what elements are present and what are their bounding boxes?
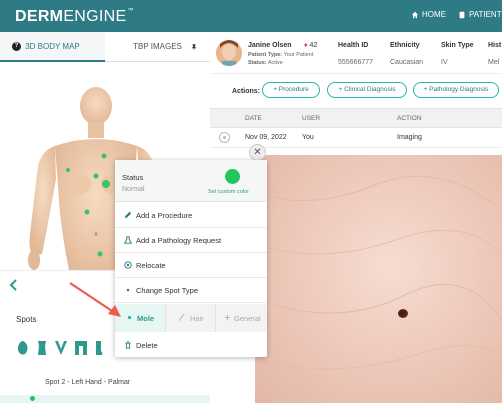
delete-menu-item[interactable]: Delete: [115, 333, 267, 358]
spot-marker[interactable]: [101, 153, 107, 159]
patients-icon: [459, 11, 465, 18]
spots-heading: Spots: [16, 315, 37, 324]
actions-bar: Actions: + Procedure + Clinical Diagnosi…: [210, 79, 502, 105]
torso-type-icon[interactable]: [36, 340, 48, 356]
add-pathology-diagnosis-button[interactable]: + Pathology Diagnosis: [413, 82, 499, 98]
dermengine-logo[interactable]: DERMENGINE™: [15, 8, 134, 26]
spot-marker[interactable]: [93, 173, 99, 179]
spot-type-options: Mole Hair General: [115, 304, 267, 332]
v-type-icon[interactable]: [54, 340, 68, 356]
nav-home[interactable]: HOME: [411, 10, 446, 19]
change-spot-type-menu-item[interactable]: Change Spot Type: [115, 278, 267, 303]
actions-label: Actions:: [232, 88, 260, 95]
mole-lesion: [398, 309, 408, 318]
foot-type-icon[interactable]: [94, 340, 104, 356]
spot-type-icons: [16, 340, 104, 356]
add-procedure-button[interactable]: + Procedure: [262, 82, 320, 98]
mole-type-icon[interactable]: [16, 340, 30, 356]
top-navbar: DERMENGINE™ HOME PATIENTS: [0, 0, 502, 32]
pencil-icon: [124, 211, 132, 219]
help-icon[interactable]: ?: [12, 42, 21, 51]
status-title: Status: [122, 173, 144, 182]
patient-photo: [216, 40, 242, 66]
row-select-radio[interactable]: [219, 132, 230, 143]
home-icon: [411, 11, 419, 18]
spot-caption: Spot 2 - Left Hand - Palmar: [45, 379, 131, 386]
health-id-value: 555666777: [338, 59, 374, 66]
patient-status: Status: Active: [248, 60, 283, 66]
row-user: You: [302, 134, 314, 141]
skin-type-value: IV: [441, 59, 448, 66]
add-pathology-request-menu-item[interactable]: Add a Pathology Request: [115, 228, 267, 253]
status-section: Status Normal Set custom color: [115, 160, 267, 202]
general-icon: [224, 314, 231, 321]
add-clinical-diagnosis-button[interactable]: + Clinical Diagnosis: [327, 82, 407, 98]
action-column-header: ACTION: [397, 115, 422, 122]
date-column-header: DATE: [245, 115, 262, 122]
spot-context-menu: Status Normal Set custom color Add a Pro…: [115, 160, 267, 357]
status-value: Normal: [122, 186, 145, 193]
spot-marker[interactable]: [66, 168, 70, 172]
ethnicity-value: Caucasian: [390, 59, 424, 66]
user-column-header: USER: [302, 115, 321, 122]
spot-status-dot: [30, 396, 35, 401]
drop-icon: ♦: [304, 42, 308, 49]
spot-type-mole[interactable]: Mole: [115, 304, 165, 332]
relocate-menu-item[interactable]: Relocate: [115, 253, 267, 278]
avatar: [216, 40, 242, 66]
chevron-left-icon[interactable]: [8, 278, 20, 292]
row-action: Imaging: [397, 134, 422, 141]
bullet-icon: [126, 288, 130, 292]
relocate-icon: [124, 261, 132, 269]
add-procedure-menu-item[interactable]: Add a Procedure: [115, 203, 267, 228]
skin-type-header: Skin Type: [441, 42, 474, 49]
flask-icon: [124, 236, 132, 244]
patient-type: Patient Type: Your Patient: [248, 52, 314, 58]
patient-name: Janine Olsen: [248, 42, 292, 49]
set-custom-color-link[interactable]: Set custom color: [208, 189, 249, 195]
spot-type-hair[interactable]: Hair: [165, 304, 215, 332]
close-button[interactable]: ✕: [249, 144, 266, 161]
nav-patients[interactable]: PATIENTS: [458, 10, 502, 19]
mole-dot-icon: [127, 315, 132, 320]
spot-marker[interactable]: [102, 180, 110, 188]
legs-type-icon[interactable]: [74, 340, 88, 356]
health-id-header: Health ID: [338, 42, 369, 49]
ethnicity-header: Ethnicity: [390, 42, 420, 49]
spot-marker[interactable]: [84, 209, 90, 215]
history-table-header: DATE USER ACTION: [210, 108, 502, 128]
history-value: Mel: [488, 59, 500, 66]
row-date: Nov 09, 2022: [245, 134, 287, 141]
hair-icon: [179, 313, 185, 321]
alert-badge[interactable]: ♦ 42: [304, 42, 317, 49]
status-color-swatch[interactable]: [225, 169, 240, 184]
spot-marker[interactable]: [97, 251, 103, 257]
skin-texture: [255, 175, 502, 371]
lesion-image[interactable]: [255, 155, 502, 403]
history-header: Hist: [488, 42, 502, 49]
selected-spot-strip[interactable]: [0, 395, 210, 403]
patient-header: Janine Olsen ♦ 42 Patient Type: Your Pat…: [210, 32, 502, 74]
trash-icon: [125, 341, 131, 349]
spot-type-general[interactable]: General: [215, 304, 267, 332]
pin-icon[interactable]: [190, 43, 198, 52]
view-tabs: 3D BODY MAP TBP IMAGES: [0, 32, 210, 62]
